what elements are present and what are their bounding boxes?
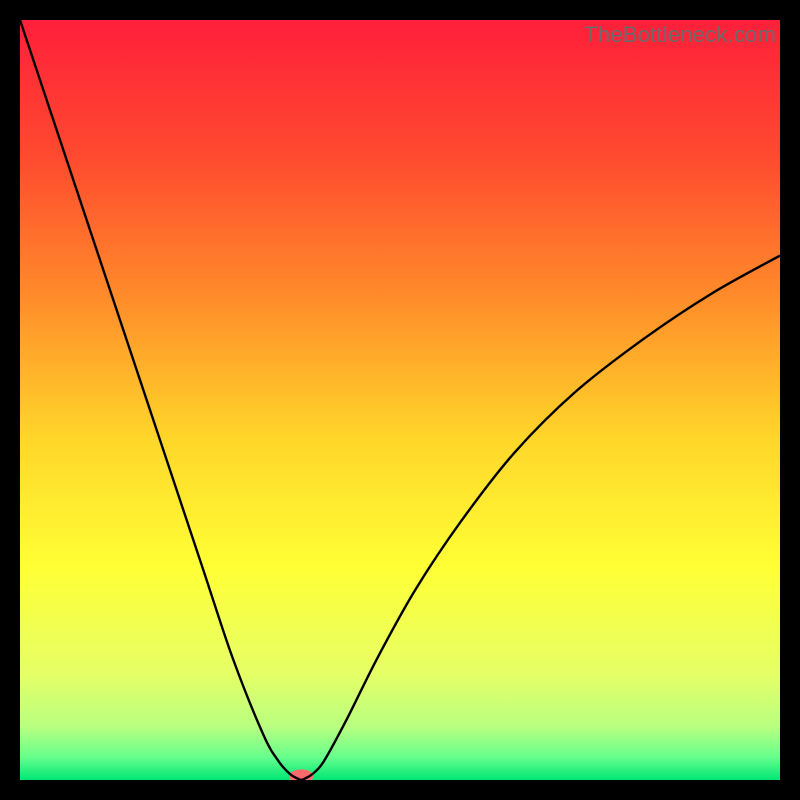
watermark-label: TheBottleneck.com xyxy=(584,22,776,48)
gradient-background xyxy=(20,20,780,780)
chart-canvas xyxy=(20,20,780,780)
chart-frame: TheBottleneck.com xyxy=(20,20,780,780)
